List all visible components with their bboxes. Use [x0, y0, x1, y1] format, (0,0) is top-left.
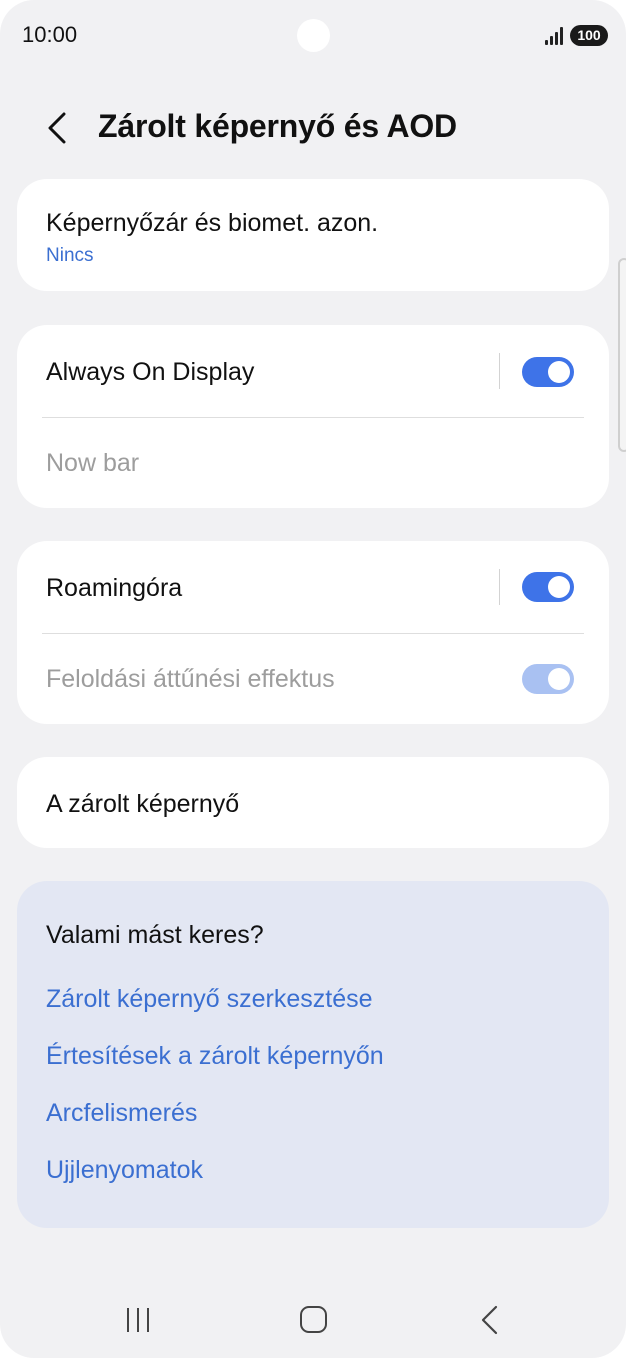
always-on-display-toggle[interactable]	[522, 357, 574, 387]
unlock-transition-item: Feloldási áttűnési effektus	[17, 634, 609, 724]
always-on-display-label: Always On Display	[46, 358, 255, 386]
chevron-left-icon	[48, 112, 66, 144]
roaming-clock-item[interactable]: Roamingóra	[17, 541, 609, 633]
now-bar-label: Now bar	[46, 449, 140, 477]
toggle-separator	[499, 569, 500, 605]
unlock-transition-toggle	[522, 664, 574, 694]
nav-back-button[interactable]	[478, 1304, 500, 1336]
lock-screen-item[interactable]: A zárolt képernyő	[17, 757, 609, 848]
suggestion-link-notifications[interactable]: Értesítések a zárolt képernyőn	[46, 1042, 384, 1071]
roaming-card: Roamingóra Feloldási áttűnési effektus	[17, 541, 609, 724]
toggle-separator	[499, 353, 500, 389]
settings-screen: 10:00 100 Zárolt képernyő és AOD Képerny…	[0, 0, 626, 1358]
screen-lock-item[interactable]: Képernyőzár és biomet. azon. Nincs	[17, 179, 609, 291]
aod-card: Always On Display Now bar	[17, 325, 609, 508]
suggestion-link-face-recognition[interactable]: Arcfelismerés	[46, 1099, 197, 1128]
always-on-display-item[interactable]: Always On Display	[17, 325, 609, 417]
battery-icon: 100	[570, 25, 608, 46]
home-button[interactable]	[300, 1306, 327, 1333]
unlock-transition-label: Feloldási áttűnési effektus	[46, 665, 335, 693]
back-button[interactable]	[40, 108, 76, 148]
roaming-clock-toggle[interactable]	[522, 572, 574, 602]
suggestions-title: Valami mást keres?	[46, 921, 264, 949]
suggestion-link-edit-lock-screen[interactable]: Zárolt képernyő szerkesztése	[46, 985, 373, 1014]
page-title: Zárolt képernyő és AOD	[98, 108, 457, 144]
recent-apps-button[interactable]	[125, 1306, 153, 1334]
scroll-indicator[interactable]	[618, 258, 626, 452]
nav-back-icon	[481, 1305, 498, 1335]
roaming-clock-label: Roamingóra	[46, 574, 183, 602]
now-bar-item[interactable]: Now bar	[17, 418, 609, 508]
screen-lock-label: Képernyőzár és biomet. azon.	[46, 209, 379, 237]
status-time: 10:00	[22, 22, 78, 47]
screen-lock-value: Nincs	[46, 245, 94, 266]
front-camera-cutout	[297, 19, 330, 52]
lock-screen-label: A zárolt képernyő	[46, 790, 240, 818]
suggestion-link-fingerprints[interactable]: Ujjlenyomatok	[46, 1156, 203, 1185]
signal-icon	[545, 27, 565, 45]
suggestions-card: Valami mást keres? Zárolt képernyő szerk…	[17, 881, 609, 1228]
